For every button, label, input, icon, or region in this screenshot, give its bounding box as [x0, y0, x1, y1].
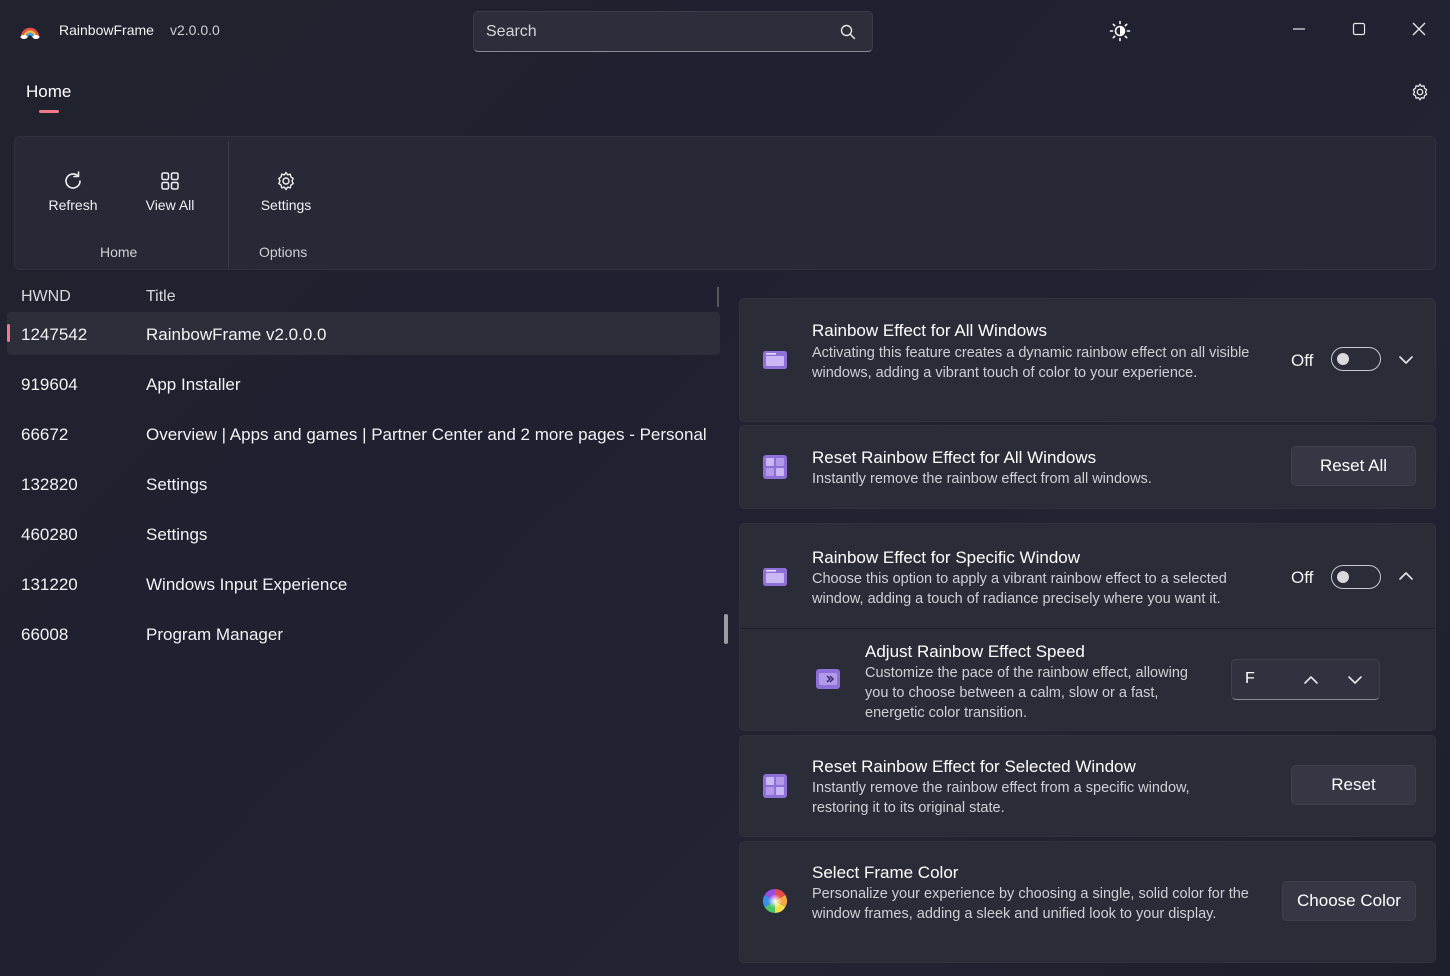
refresh-label: Refresh: [48, 197, 98, 213]
cell-title: Settings: [146, 525, 208, 544]
column-header-hwnd[interactable]: HWND: [21, 288, 71, 306]
card-description: Instantly remove the rainbow effect from…: [812, 471, 1152, 487]
reset-grid-icon: [763, 774, 787, 798]
cell-hwnd: 66008: [21, 625, 69, 644]
ribbon-group-home: Home: [100, 244, 138, 260]
toggle-knob: [1337, 571, 1349, 583]
card-all-windows: Rainbow Effect for All Windows Activatin…: [739, 298, 1436, 422]
toggle-state-label: Off: [1291, 351, 1314, 370]
column-resize-handle[interactable]: [717, 287, 719, 307]
grid-icon: [161, 172, 179, 190]
app-name: RainbowFrame: [59, 22, 154, 38]
column-header-title[interactable]: Title: [146, 288, 176, 306]
card-reset-all: Reset Rainbow Effect for All Windows Ins…: [739, 425, 1436, 509]
minimize-button[interactable]: [1284, 14, 1314, 44]
nav-tab-home[interactable]: Home: [26, 82, 71, 102]
cell-title: Windows Input Experience: [146, 575, 348, 594]
table-row[interactable]: 131220 Windows Input Experience: [7, 562, 720, 605]
table-row[interactable]: 1247542 RainbowFrame v2.0.0.0: [7, 312, 720, 355]
search-input[interactable]: [486, 21, 826, 43]
cell-hwnd: 66672: [21, 425, 69, 444]
cell-hwnd: 460280: [21, 525, 78, 544]
nav-selection-indicator: [39, 110, 59, 113]
cell-title: Settings: [146, 475, 208, 494]
list-scrollbar-thumb[interactable]: [724, 614, 728, 644]
card-reset-selected: Reset Rainbow Effect for Selected Window…: [739, 735, 1436, 837]
expander-divider: [740, 628, 1435, 629]
speed-number-box[interactable]: F: [1231, 659, 1380, 700]
chevron-down-icon[interactable]: [1397, 351, 1415, 369]
settings-gear-icon[interactable]: [1409, 81, 1431, 103]
chevron-down-icon[interactable]: [1346, 671, 1364, 689]
speed-forward-icon: [816, 669, 840, 689]
card-description: Customize the pace of the rainbow effect…: [865, 665, 1188, 721]
card-title: Reset Rainbow Effect for All Windows: [812, 448, 1097, 467]
view-all-button[interactable]: View All: [135, 157, 205, 213]
cell-title: Program Manager: [146, 625, 284, 644]
card-description: Choose this option to apply a vibrant ra…: [812, 571, 1227, 607]
table-row[interactable]: 66672 Overview | Apps and games | Partne…: [7, 412, 720, 455]
refresh-button[interactable]: Refresh: [43, 157, 103, 213]
row-selection-indicator: [7, 324, 10, 342]
reset-grid-icon: [763, 455, 787, 479]
card-specific-window: Rainbow Effect for Specific Window Choos…: [739, 523, 1436, 731]
ribbon-divider: [228, 141, 229, 267]
title-bar: RainbowFrame v2.0.0.0: [0, 0, 1450, 62]
toggle-knob: [1337, 353, 1349, 365]
card-title: Rainbow Effect for Specific Window: [812, 548, 1081, 567]
refresh-icon: [65, 171, 81, 189]
card-description: Activating this feature creates a dynami…: [812, 345, 1250, 381]
cell-hwnd: 131220: [21, 575, 78, 594]
cell-title: RainbowFrame v2.0.0.0: [146, 325, 327, 344]
reset-all-button[interactable]: Reset All: [1291, 446, 1416, 486]
choose-color-button[interactable]: Choose Color: [1282, 881, 1416, 921]
view-all-label: View All: [145, 197, 195, 213]
card-title: Reset Rainbow Effect for Selected Window: [812, 757, 1136, 776]
cell-title: App Installer: [146, 375, 241, 394]
specific-window-toggle[interactable]: [1331, 565, 1381, 589]
card-description: Instantly remove the rainbow effect from…: [812, 780, 1190, 816]
theme-toggle-icon[interactable]: [1109, 20, 1131, 42]
table-row[interactable]: 460280 Settings: [7, 512, 720, 555]
app-version: v2.0.0.0: [170, 22, 220, 38]
ribbon-settings-button[interactable]: Settings: [251, 157, 321, 213]
card-title: Select Frame Color: [812, 863, 959, 882]
toggle-state-label: Off: [1291, 568, 1314, 587]
cell-hwnd: 1247542: [21, 325, 88, 344]
reset-selected-button[interactable]: Reset: [1291, 765, 1416, 805]
card-frame-color: Select Frame Color Personalize your expe…: [739, 841, 1436, 963]
chevron-up-icon[interactable]: [1302, 671, 1320, 689]
cell-hwnd: 132820: [21, 475, 78, 494]
rainbow-logo-icon: [20, 27, 40, 39]
color-wheel-icon: [762, 889, 788, 913]
close-button[interactable]: [1404, 14, 1434, 44]
search-icon[interactable]: [840, 24, 856, 40]
speed-value[interactable]: F: [1245, 670, 1255, 688]
search-box[interactable]: [473, 11, 873, 52]
cell-hwnd: 919604: [21, 375, 78, 394]
command-ribbon: Refresh View All Settings Home Options: [14, 136, 1436, 270]
settings-gear-icon: [278, 171, 294, 191]
card-title: Rainbow Effect for All Windows: [812, 321, 1047, 340]
window-frame-icon: [763, 568, 787, 586]
ribbon-settings-label: Settings: [260, 197, 312, 213]
cell-title: Overview | Apps and games | Partner Cent…: [146, 425, 707, 444]
window-frame-icon: [763, 351, 787, 369]
chevron-up-icon[interactable]: [1397, 567, 1415, 585]
table-row[interactable]: 132820 Settings: [7, 462, 720, 505]
all-windows-toggle[interactable]: [1331, 347, 1381, 371]
maximize-button[interactable]: [1344, 14, 1374, 44]
table-row[interactable]: 66008 Program Manager: [7, 612, 720, 655]
card-description: Personalize your experience by choosing …: [812, 886, 1249, 922]
card-title: Adjust Rainbow Effect Speed: [865, 642, 1085, 661]
ribbon-group-options: Options: [259, 244, 308, 260]
table-row[interactable]: 919604 App Installer: [7, 362, 720, 405]
